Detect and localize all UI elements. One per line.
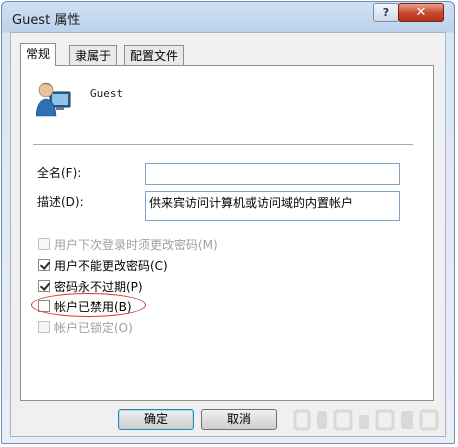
checkbox-label: 用户不能更改密码(C) [54,258,168,273]
help-button[interactable]: ? [373,3,399,22]
tab-general[interactable]: 常规 [20,43,57,66]
checkbox-box[interactable] [38,280,50,292]
highlight-ellipse [31,293,146,317]
tab-member-of[interactable]: 隶属于 [69,45,118,65]
separator [33,144,413,146]
fullname-input[interactable] [145,163,400,185]
properties-dialog: Guest 属性 ? ✕ 常规 隶属于 配置文件 Guest 全名(F): 描述… [1,1,455,444]
checkbox-cannot-change-password[interactable]: 用户不能更改密码(C) [38,257,168,273]
close-button[interactable]: ✕ [398,3,444,22]
cancel-button[interactable]: 取消 [201,409,277,430]
watermark-logo [293,409,439,431]
description-input[interactable]: 供来宾访问计算机或访问域的内置帐户 [145,191,400,221]
dialog-body: 常规 隶属于 配置文件 Guest 全名(F): 描述(D): 供来宾访问计算机… [10,32,446,437]
checkbox-label: 帐户已锁定(O) [54,320,133,335]
user-account-icon [36,82,71,117]
description-label: 描述(D): [37,195,84,209]
checkbox-box[interactable] [38,259,50,271]
fullname-label: 全名(F): [37,166,82,180]
checkbox-box[interactable] [38,238,50,250]
window-title: Guest 属性 [12,13,81,28]
title-bar[interactable]: Guest 属性 ? ✕ [2,2,454,32]
checkbox-label: 用户下次登录时须更改密码(M) [54,237,218,252]
checkbox-box[interactable] [38,321,50,333]
tab-profile[interactable]: 配置文件 [124,45,185,65]
ok-button[interactable]: 确定 [118,409,194,430]
checkbox-label: 密码永不过期(P) [54,279,143,294]
general-tab-panel: Guest 全名(F): 描述(D): 供来宾访问计算机或访问域的内置帐户 用户… [20,65,434,401]
checkbox-account-locked[interactable]: 帐户已锁定(O) [38,319,133,335]
checkbox-password-never-expires[interactable]: 密码永不过期(P) [38,278,143,294]
user-name: Guest [90,87,124,100]
checkbox-must-change-password[interactable]: 用户下次登录时须更改密码(M) [38,236,218,252]
